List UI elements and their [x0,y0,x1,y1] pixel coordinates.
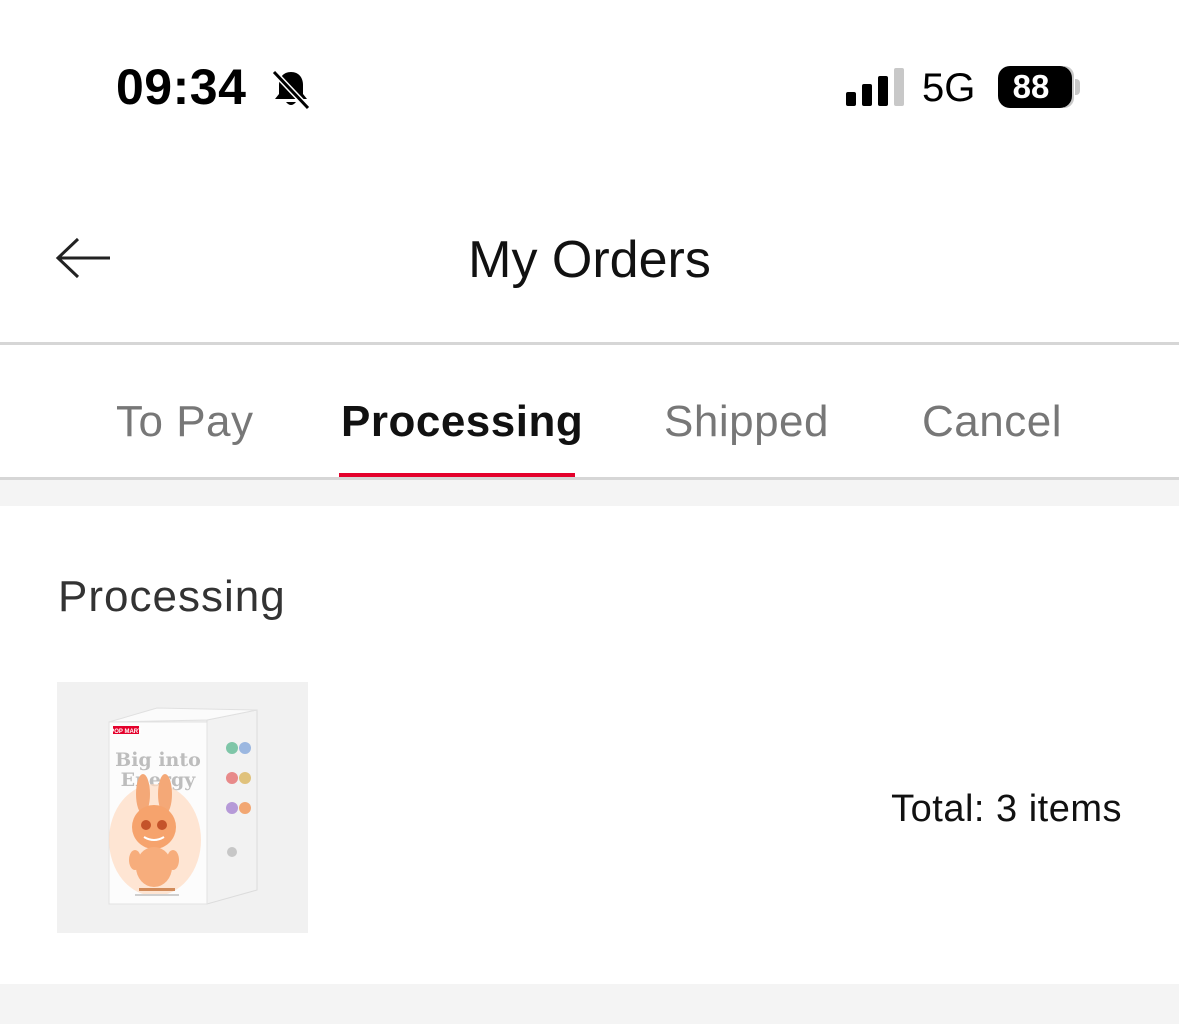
signal-bars-icon [846,68,904,106]
tab-processing[interactable]: Processing [341,397,583,447]
product-box-image: POP MART Big into Energy [108,707,258,905]
section-gap-bottom [0,984,1179,1024]
status-time: 09:34 [116,59,247,115]
nav-header: My Orders [0,180,1179,342]
tab-to-pay[interactable]: To Pay [116,397,254,447]
box-brand-text: POP MART [110,729,142,735]
section-gap [0,480,1179,506]
tab-shipped[interactable]: Shipped [664,397,829,447]
status-bar: 09:34 5G 88 [0,0,1179,180]
network-type: 5G [922,66,976,110]
order-card[interactable]: Processing POP MART Big into Energy Tota… [0,506,1179,984]
box-title-line1: Big into [115,749,201,771]
page-title: My Orders [468,231,711,289]
order-total: Total: 3 items [891,788,1122,830]
order-status-tabs: To Pay Processing Shipped Cancel [0,345,1179,480]
bell-slash-icon [271,69,311,111]
tab-cancel[interactable]: Cancel [922,397,1062,447]
battery-icon: 88 [998,66,1082,110]
my-orders-screen: 09:34 5G 88 My Orders To Pay Processing … [0,0,1179,1024]
battery-level: 88 [1012,68,1050,105]
product-thumbnail[interactable]: POP MART Big into Energy [57,682,308,933]
order-status-label: Processing [58,572,286,621]
